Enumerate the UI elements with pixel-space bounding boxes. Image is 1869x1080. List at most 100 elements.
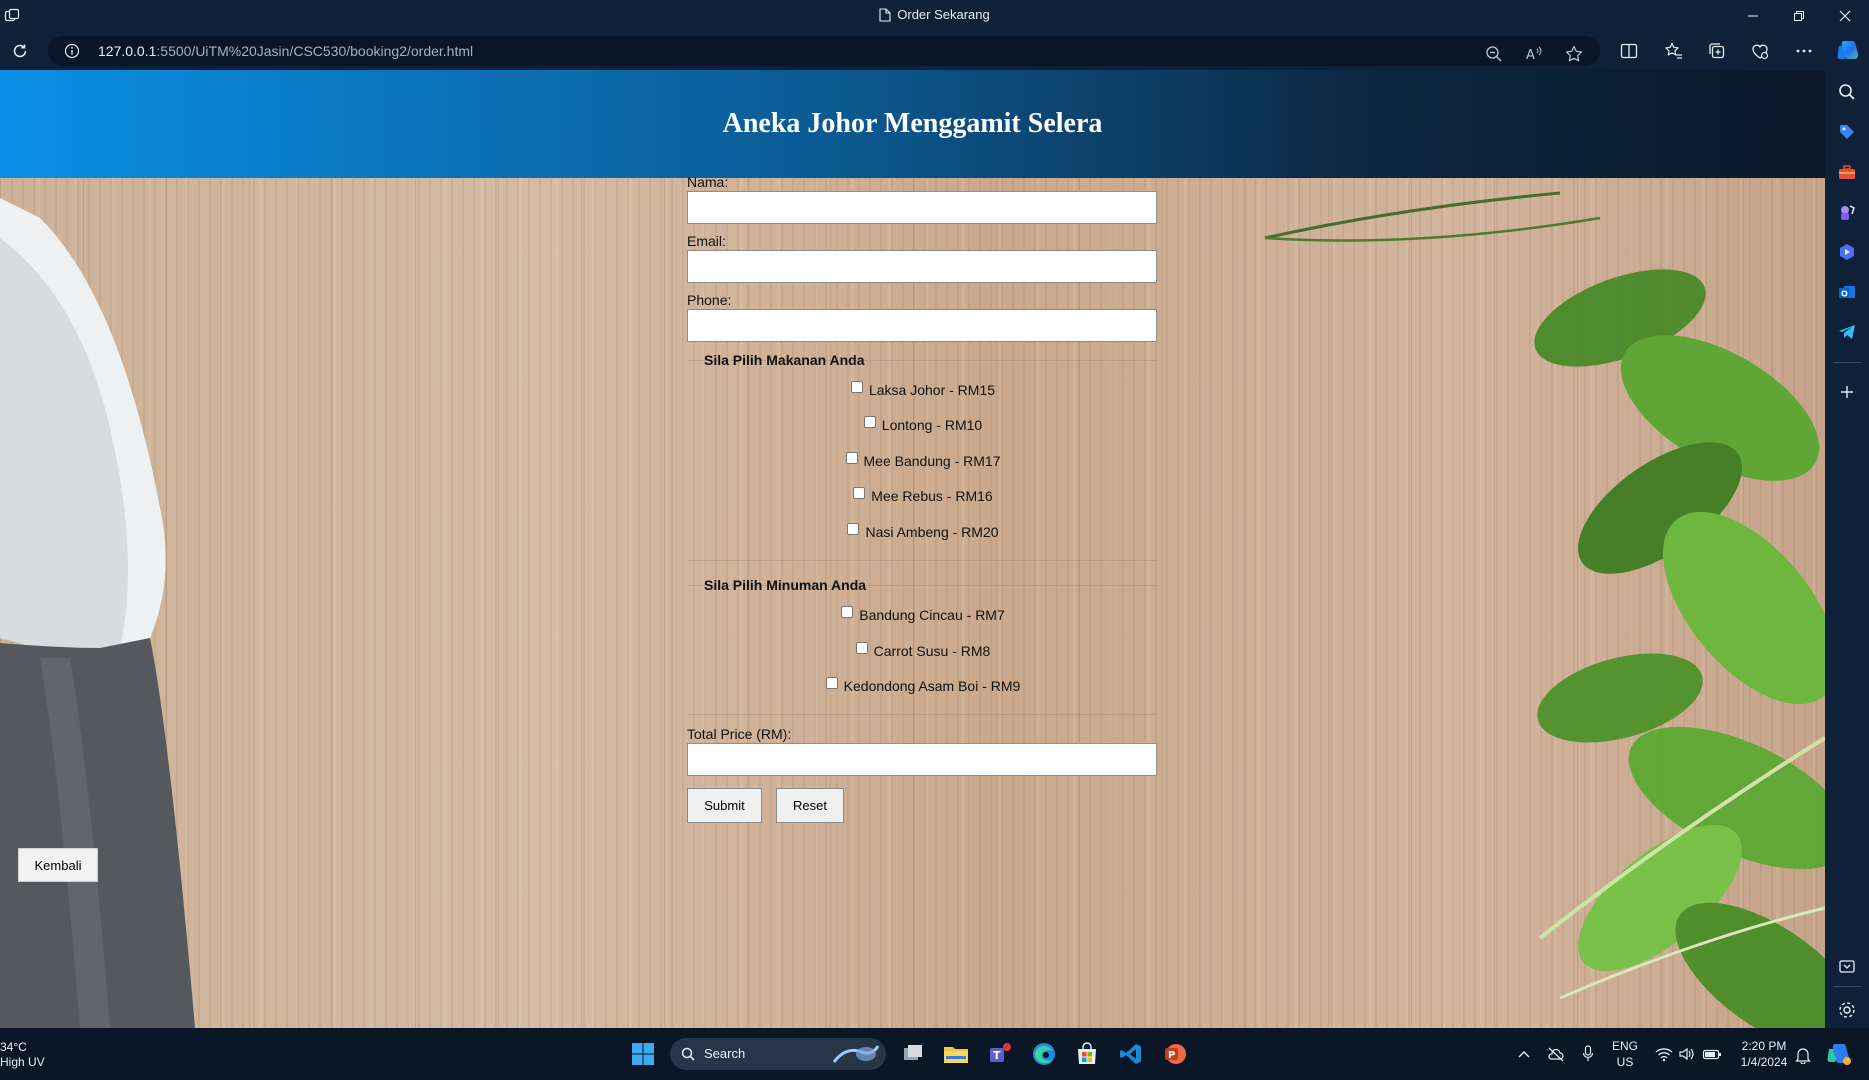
task-view-icon bbox=[904, 1045, 922, 1060]
games-icon[interactable] bbox=[1837, 202, 1857, 222]
chevron-up-icon[interactable] bbox=[1517, 1048, 1531, 1060]
taskbar-search[interactable]: Search bbox=[670, 1038, 886, 1070]
favorite-star-icon[interactable] bbox=[1564, 44, 1584, 64]
vscode-icon bbox=[1120, 1044, 1141, 1064]
browser-address-bar: 127.0.0.1:5500/UiTM%20Jasin/CSC530/booki… bbox=[0, 32, 1869, 70]
region: US bbox=[1616, 1055, 1634, 1069]
page-title: Aneka Johor Menggamit Selera bbox=[722, 108, 1103, 139]
page-header: Aneka Johor Menggamit Selera bbox=[0, 70, 1825, 178]
zoom-out-icon[interactable] bbox=[1484, 44, 1504, 64]
drink-option[interactable]: Kedondong Asam Boi - RM9 bbox=[687, 677, 1159, 694]
wifi-icon[interactable] bbox=[1655, 1046, 1673, 1062]
browser-essentials-icon[interactable] bbox=[1750, 41, 1770, 61]
checkbox[interactable] bbox=[845, 452, 858, 464]
svg-text:T: T bbox=[993, 1049, 1001, 1062]
drink-section-title: Sila Pilih Minuman Anda bbox=[704, 577, 867, 593]
restore-button[interactable] bbox=[1776, 0, 1822, 32]
time: 2:20 PM bbox=[1741, 1039, 1787, 1053]
start-button[interactable] bbox=[627, 1038, 659, 1070]
file-explorer-button[interactable] bbox=[940, 1038, 972, 1070]
search-placeholder: Search bbox=[704, 1046, 746, 1061]
background-decor bbox=[0, 191, 1825, 1028]
edge-button[interactable] bbox=[1028, 1038, 1060, 1070]
url-text[interactable]: 127.0.0.1:5500/UiTM%20Jasin/CSC530/booki… bbox=[98, 43, 473, 59]
url-field[interactable]: 127.0.0.1:5500/UiTM%20Jasin/CSC530/booki… bbox=[48, 36, 1600, 66]
language-indicator[interactable]: ENG US bbox=[1612, 1038, 1638, 1070]
task-view-button[interactable] bbox=[897, 1038, 929, 1070]
submit-button[interactable]: Submit bbox=[687, 788, 762, 823]
more-icon[interactable] bbox=[1794, 41, 1814, 61]
settings-icon[interactable] bbox=[1837, 1000, 1857, 1020]
copilot-icon[interactable] bbox=[1836, 38, 1860, 62]
url-host: 127.0.0.1 bbox=[98, 43, 157, 59]
copilot-taskbar-icon[interactable] bbox=[1826, 1042, 1852, 1066]
sidebar-divider bbox=[1833, 986, 1861, 987]
screenshot-icon[interactable] bbox=[1837, 957, 1857, 977]
vscode-button[interactable] bbox=[1115, 1038, 1147, 1070]
temperature: 34°C bbox=[0, 1040, 27, 1054]
weather-widget[interactable]: 34°C High UV bbox=[0, 1040, 45, 1070]
notification-bell-icon[interactable] bbox=[1795, 1046, 1811, 1064]
microsoft-store-button[interactable] bbox=[1071, 1038, 1103, 1070]
back-button[interactable]: Kembali bbox=[18, 848, 98, 882]
total-price-input[interactable] bbox=[687, 743, 1157, 776]
checkbox[interactable] bbox=[825, 677, 838, 689]
checkbox[interactable] bbox=[841, 606, 854, 618]
clock[interactable]: 2:20 PM 1/4/2024 bbox=[1736, 1038, 1792, 1070]
search-icon[interactable] bbox=[1837, 82, 1857, 102]
food-option[interactable]: Nasi Ambeng - RM20 bbox=[687, 523, 1159, 540]
food-option-label: Mee Bandung - RM17 bbox=[863, 453, 1001, 469]
copilot-designer-icon[interactable] bbox=[1837, 242, 1857, 262]
food-option[interactable]: Lontong - RM10 bbox=[687, 416, 1159, 433]
minimize-button[interactable] bbox=[1730, 0, 1776, 32]
drink-option[interactable]: Carrot Susu - RM8 bbox=[687, 642, 1159, 659]
checkbox[interactable] bbox=[863, 416, 876, 428]
wood-background bbox=[0, 178, 1825, 1028]
powerpoint-icon: P bbox=[1165, 1044, 1186, 1064]
telegram-icon[interactable] bbox=[1837, 322, 1857, 342]
svg-text:A: A bbox=[1526, 48, 1535, 63]
food-option[interactable]: Laksa Johor - RM15 bbox=[687, 381, 1159, 398]
shopping-tag-icon[interactable] bbox=[1837, 122, 1857, 142]
food-fieldset-bottom bbox=[687, 560, 1157, 561]
toolbox-icon[interactable] bbox=[1837, 162, 1857, 182]
refresh-icon[interactable] bbox=[10, 41, 30, 61]
teams-button[interactable]: T bbox=[984, 1038, 1016, 1070]
drink-option-label: Kedondong Asam Boi - RM9 bbox=[843, 678, 1021, 694]
close-button[interactable] bbox=[1822, 0, 1868, 32]
favorites-icon[interactable] bbox=[1664, 41, 1684, 61]
food-option[interactable]: Mee Bandung - RM17 bbox=[687, 452, 1159, 469]
split-screen-icon[interactable] bbox=[1619, 41, 1639, 61]
document-icon bbox=[879, 8, 891, 22]
restore-icon bbox=[1794, 11, 1804, 21]
browser-title-bar: Order Sekarang bbox=[0, 0, 1869, 32]
powerpoint-button[interactable]: P bbox=[1159, 1038, 1191, 1070]
drink-option[interactable]: Bandung Cincau - RM7 bbox=[687, 606, 1159, 623]
battery-icon[interactable] bbox=[1702, 1046, 1722, 1062]
outlook-icon[interactable]: O bbox=[1837, 282, 1857, 302]
phone-input[interactable] bbox=[687, 309, 1157, 342]
phone-label: Phone: bbox=[687, 292, 732, 308]
email-input[interactable] bbox=[687, 250, 1157, 283]
read-aloud-icon[interactable]: A bbox=[1524, 44, 1544, 64]
food-section-title: Sila Pilih Makanan Anda bbox=[704, 352, 865, 368]
collections-icon[interactable] bbox=[1707, 41, 1727, 61]
checkbox[interactable] bbox=[850, 381, 863, 393]
microphone-icon[interactable] bbox=[1582, 1045, 1594, 1063]
add-icon[interactable] bbox=[1837, 382, 1857, 402]
checkbox[interactable] bbox=[853, 487, 866, 499]
volume-icon[interactable] bbox=[1678, 1046, 1696, 1062]
cloud-offline-icon[interactable] bbox=[1547, 1046, 1565, 1062]
file-explorer-icon bbox=[944, 1047, 968, 1063]
minimize-icon bbox=[1748, 15, 1758, 17]
food-option[interactable]: Mee Rebus - RM16 bbox=[687, 487, 1159, 504]
teams-icon: T bbox=[990, 1043, 1011, 1062]
sidebar-divider bbox=[1833, 362, 1861, 363]
microsoft-store-icon bbox=[1078, 1042, 1096, 1064]
reset-button[interactable]: Reset bbox=[776, 788, 844, 823]
info-icon[interactable] bbox=[64, 43, 80, 59]
name-input[interactable] bbox=[687, 191, 1157, 224]
food-option-label: Nasi Ambeng - RM20 bbox=[865, 524, 999, 540]
checkbox[interactable] bbox=[847, 523, 860, 535]
checkbox[interactable] bbox=[855, 642, 868, 654]
